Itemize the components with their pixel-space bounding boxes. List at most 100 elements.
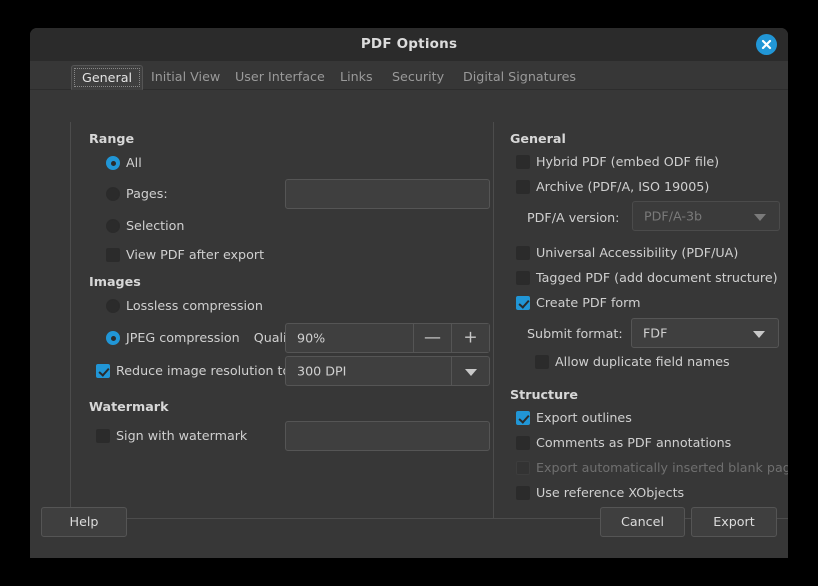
checkbox-row-allow-duplicate-field-names[interactable]: Allow duplicate field names: [535, 354, 730, 369]
label-row-submit-format: Submit format:: [527, 326, 623, 341]
pdf-options-dialog: PDF Options General Initial View User In…: [30, 28, 788, 558]
checkbox-row-comments-as-annotations[interactable]: Comments as PDF annotations: [516, 435, 731, 450]
section-title-general: General: [510, 131, 566, 146]
jpeg-quality-spinner[interactable]: 90% — +: [285, 323, 490, 353]
checkbox-hybrid-pdf[interactable]: [516, 154, 530, 169]
right-options-pane: General Hybrid PDF (embed ODF file) Arch…: [494, 122, 788, 518]
quality-increment-button[interactable]: +: [451, 324, 489, 352]
tab-digital-signatures[interactable]: Digital Signatures: [453, 65, 586, 90]
quality-decrement-button[interactable]: —: [413, 324, 451, 352]
checkbox-use-reference-xobjects[interactable]: [516, 485, 530, 500]
help-button[interactable]: Help: [41, 507, 127, 537]
cancel-button[interactable]: Cancel: [600, 507, 685, 537]
checkbox-archive-pdfa[interactable]: [516, 179, 530, 194]
radio-row-pages[interactable]: Pages:: [106, 186, 168, 201]
resolution-dropdown-button[interactable]: [451, 357, 489, 385]
close-icon[interactable]: [756, 34, 777, 55]
label-universal-accessibility: Universal Accessibility (PDF/UA): [536, 245, 739, 260]
plus-icon: +: [463, 327, 478, 348]
section-title-watermark: Watermark: [89, 399, 169, 414]
watermark-input[interactable]: [285, 421, 490, 451]
checkbox-sign-with-watermark[interactable]: [96, 428, 110, 443]
checkbox-universal-accessibility[interactable]: [516, 245, 530, 260]
pages-input[interactable]: [285, 179, 490, 209]
export-button[interactable]: Export: [691, 507, 777, 537]
pdfa-version-combobox[interactable]: PDF/A-3b: [632, 201, 780, 231]
label-allow-duplicate-field-names: Allow duplicate field names: [555, 354, 730, 369]
checkbox-row-universal-accessibility[interactable]: Universal Accessibility (PDF/UA): [516, 245, 738, 260]
dialog-title: PDF Options: [360, 36, 458, 52]
checkbox-export-blank-pages: [516, 460, 530, 475]
label-create-pdf-form: Create PDF form: [536, 295, 641, 310]
label-sign-with-watermark: Sign with watermark: [116, 428, 248, 443]
tab-general[interactable]: General: [71, 65, 144, 90]
checkbox-row-archive-pdfa[interactable]: Archive (PDF/A, ISO 19005): [516, 179, 709, 194]
checkbox-comments-as-pdf-annotations[interactable]: [516, 435, 530, 450]
chevron-down-icon: [754, 214, 766, 221]
tab-bar: General Initial View User Interface Link…: [30, 61, 788, 90]
tab-initial-view[interactable]: Initial View: [141, 65, 230, 90]
section-title-images: Images: [89, 274, 141, 289]
checkbox-row-create-pdf-form[interactable]: Create PDF form: [516, 295, 641, 310]
checkbox-tagged-pdf[interactable]: [516, 270, 530, 285]
pdfa-version-dropdown-button[interactable]: [741, 202, 779, 230]
section-title-structure: Structure: [510, 387, 578, 402]
checkbox-row-export-outlines[interactable]: Export outlines: [516, 410, 632, 425]
checkbox-row-hybrid-pdf[interactable]: Hybrid PDF (embed ODF file): [516, 154, 719, 169]
radio-selection[interactable]: [106, 218, 120, 233]
label-reduce-image-resolution: Reduce image resolution to:: [116, 363, 295, 378]
radio-row-lossless[interactable]: Lossless compression: [106, 298, 263, 313]
label-comments-as-pdf-annotations: Comments as PDF annotations: [536, 435, 732, 450]
label-lossless-compression: Lossless compression: [126, 298, 263, 313]
tab-links[interactable]: Links: [330, 65, 383, 90]
resolution-combobox[interactable]: 300 DPI: [285, 356, 490, 386]
label-tagged-pdf: Tagged PDF (add document structure): [536, 270, 778, 285]
checkbox-row-export-blank-pages: Export automatically inserted blank page…: [516, 460, 788, 475]
checkbox-export-outlines[interactable]: [516, 410, 530, 425]
checkbox-row-sign-watermark[interactable]: Sign with watermark: [96, 428, 247, 443]
radio-all[interactable]: [106, 155, 120, 170]
label-pdfa-version: PDF/A version:: [527, 210, 620, 225]
section-title-range: Range: [89, 131, 135, 146]
submit-format-dropdown-button[interactable]: [740, 319, 778, 347]
resolution-value: 300 DPI: [297, 363, 347, 379]
radio-row-jpeg[interactable]: JPEG compression Quality:: [106, 330, 302, 345]
checkbox-create-pdf-form[interactable]: [516, 295, 530, 310]
radio-row-all[interactable]: All: [106, 155, 142, 170]
left-options-pane: Range All Pages: Selection View PDF afte…: [71, 122, 493, 518]
chevron-down-icon: [753, 331, 765, 338]
pdfa-version-value: PDF/A-3b: [644, 208, 703, 224]
checkbox-row-reduce-resolution[interactable]: Reduce image resolution to:: [96, 363, 295, 378]
label-all: All: [126, 155, 142, 170]
jpeg-quality-value: 90%: [297, 330, 326, 346]
submit-format-value: FDF: [643, 325, 668, 341]
label-row-pdfa-version: PDF/A version:: [527, 210, 619, 225]
label-view-pdf-after-export: View PDF after export: [126, 247, 265, 262]
checkbox-row-tagged-pdf[interactable]: Tagged PDF (add document structure): [516, 270, 778, 285]
radio-row-selection[interactable]: Selection: [106, 218, 184, 233]
label-jpeg-compression: JPEG compression: [126, 330, 240, 345]
chevron-down-icon: [465, 369, 477, 376]
checkbox-view-pdf-after-export[interactable]: [106, 247, 120, 262]
submit-format-combobox[interactable]: FDF: [631, 318, 779, 348]
radio-lossless-compression[interactable]: [106, 298, 120, 313]
label-archive-pdfa: Archive (PDF/A, ISO 19005): [536, 179, 710, 194]
checkbox-reduce-image-resolution[interactable]: [96, 363, 110, 378]
label-selection: Selection: [126, 218, 185, 233]
general-tab-panel: Range All Pages: Selection View PDF afte…: [70, 122, 788, 519]
checkbox-allow-duplicate-field-names[interactable]: [535, 354, 549, 369]
checkbox-row-use-reference-xobjects[interactable]: Use reference XObjects: [516, 485, 684, 500]
tab-security[interactable]: Security: [382, 65, 454, 90]
tab-user-interface[interactable]: User Interface: [225, 65, 335, 90]
label-pages: Pages:: [126, 186, 168, 201]
label-export-blank-pages: Export automatically inserted blank page…: [536, 460, 788, 475]
label-submit-format: Submit format:: [527, 326, 623, 341]
minus-icon: —: [424, 327, 441, 348]
label-hybrid-pdf: Hybrid PDF (embed ODF file): [536, 154, 720, 169]
label-export-outlines: Export outlines: [536, 410, 632, 425]
dialog-titlebar: PDF Options: [30, 28, 788, 61]
radio-jpeg-compression[interactable]: [106, 330, 120, 345]
radio-pages[interactable]: [106, 186, 120, 201]
checkbox-row-view-after-export[interactable]: View PDF after export: [106, 247, 264, 262]
label-use-reference-xobjects: Use reference XObjects: [536, 485, 685, 500]
